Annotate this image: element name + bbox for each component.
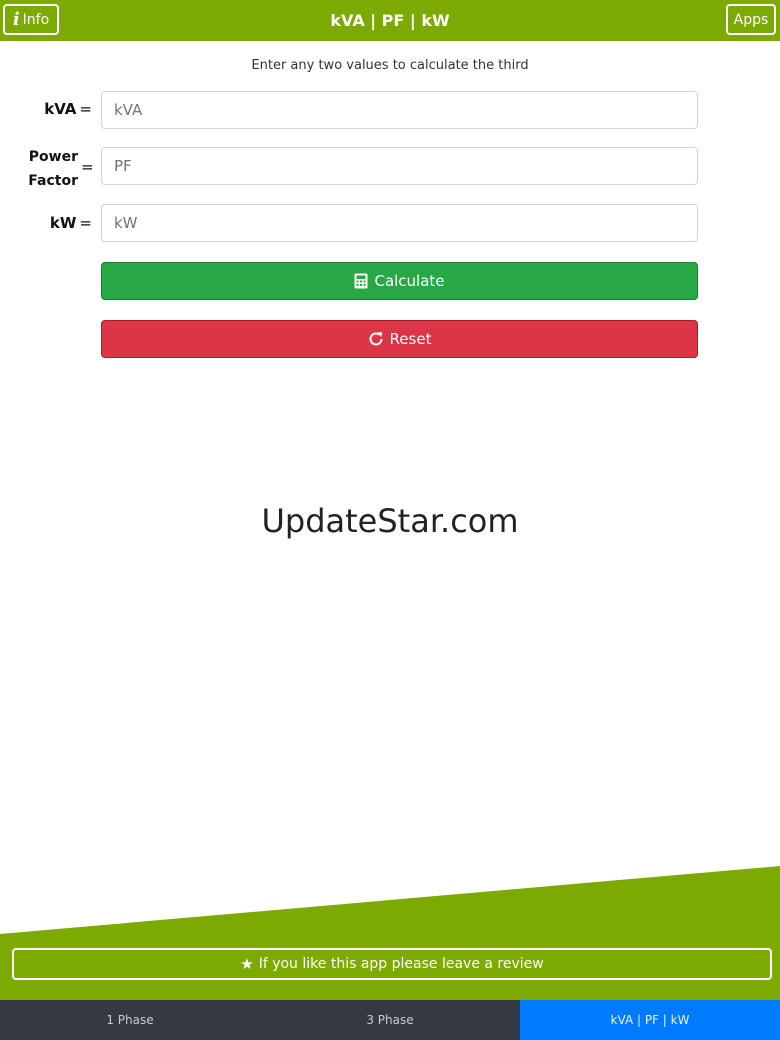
reset-label: Reset [389,330,432,348]
calculator-icon [354,273,368,289]
kw-label: kW = [0,214,92,232]
info-button-label: Info [22,11,50,28]
kva-input[interactable] [101,91,698,129]
bottom-tab-bar: 1 Phase 3 Phase kVA | PF | kW [0,1000,780,1040]
pf-input[interactable] [101,147,698,185]
pf-label-line1: Power [28,149,78,165]
pf-label: Power Factor [0,145,78,193]
review-label: If you like this app please leave a revi… [258,956,544,972]
page-title: kVA | PF | kW [330,11,450,30]
app-header: i Info kVA | PF | kW Apps [0,0,780,41]
apps-button[interactable]: Apps [726,4,776,35]
reset-button[interactable]: Reset [101,320,698,358]
kw-input[interactable] [101,204,698,242]
watermark: UpdateStar.com [261,502,519,540]
instruction-text: Enter any two values to calculate the th… [251,58,529,73]
tab-3-phase[interactable]: 3 Phase [260,1000,520,1040]
calculate-label: Calculate [374,272,445,290]
tab-1-phase[interactable]: 1 Phase [0,1000,260,1040]
pf-equals: = [81,158,94,176]
kw-label-text: kW [49,214,77,232]
star-icon: ★ [240,955,254,973]
calculate-button[interactable]: Calculate [101,262,698,300]
kva-label: kVA = [0,100,92,118]
info-button[interactable]: i Info [3,4,59,35]
review-button[interactable]: ★ If you like this app please leave a re… [12,948,772,980]
reset-icon [368,331,384,347]
kva-equals: = [79,100,92,118]
info-icon: i [12,9,20,30]
kva-label-text: kVA [44,100,77,118]
tab-kva-pf-kw[interactable]: kVA | PF | kW [520,1000,780,1040]
kw-equals: = [79,214,92,232]
pf-label-line2: Factor [28,173,78,189]
